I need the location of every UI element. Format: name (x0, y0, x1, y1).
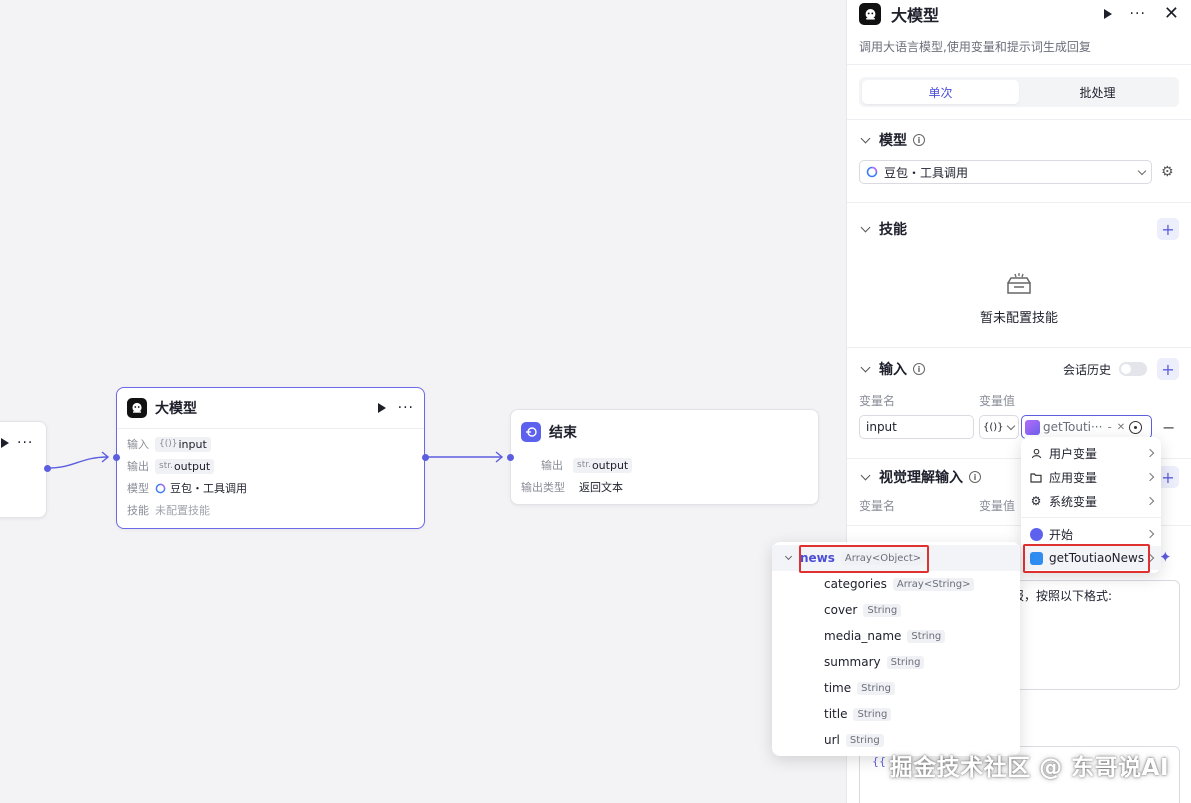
field-summary[interactable]: summary String (772, 649, 1020, 675)
collapse-icon[interactable] (860, 362, 871, 373)
collapse-icon[interactable] (860, 470, 871, 481)
previous-node[interactable]: ··· (0, 421, 47, 518)
chevron-down-icon (1137, 166, 1147, 175)
var-name-input[interactable]: input (859, 415, 974, 439)
field-time[interactable]: time String (772, 675, 1020, 701)
llm-skill-row: 技能 未配置技能 (127, 504, 210, 517)
doubao-icon (155, 483, 166, 493)
llm-node-title: 大模型 (155, 401, 197, 417)
clear-icon[interactable]: ✕ (1117, 422, 1125, 433)
end-node[interactable]: 结束 输出 str. output 输出类型 返回文本 (510, 409, 819, 505)
empty-box-icon (1007, 273, 1031, 294)
more-icon[interactable]: ··· (1130, 7, 1146, 21)
collapse-icon[interactable] (860, 222, 871, 233)
llm-logo-icon (859, 3, 881, 25)
add-skill-button[interactable]: + (1157, 218, 1179, 240)
history-label: 会话历史 (1062, 362, 1111, 377)
info-icon[interactable]: i (969, 471, 981, 483)
end-node-title: 结束 (549, 425, 577, 441)
end-node-icon (521, 422, 541, 442)
user-icon (1029, 446, 1043, 460)
chevron-down-icon (784, 552, 793, 561)
menu-user-vars[interactable]: 用户变量 (1021, 441, 1161, 465)
close-icon[interactable]: ✕ (1164, 5, 1179, 23)
llm-out-port[interactable] (422, 454, 429, 461)
target-icon[interactable] (1129, 420, 1143, 434)
info-icon[interactable]: i (913, 134, 925, 146)
start-icon (1029, 527, 1043, 541)
highlight-gettoutiaonews (1023, 544, 1150, 573)
gear-icon: ⚙ (1030, 494, 1042, 508)
tab-single[interactable]: 单次 (862, 80, 1019, 104)
field-cover[interactable]: cover String (772, 597, 1020, 623)
col-var-name: 变量名 (859, 393, 896, 408)
llm-in-port[interactable] (113, 454, 120, 461)
field-categories[interactable]: categories Array<String> (772, 571, 1020, 597)
plugin-icon (1025, 419, 1040, 435)
llm-output-row: 输出 str. output (117, 455, 424, 477)
skill-section: 技能 + 暂未配置技能 (847, 203, 1191, 347)
folder-icon (1029, 470, 1043, 484)
var-value-ref[interactable]: getTouti··· - ✕ (1021, 415, 1152, 439)
llm-input-row: 输入 {()} input (117, 433, 424, 455)
remove-input-icon[interactable]: − (1162, 418, 1175, 437)
end-type-row: 输出类型 返回文本 (521, 481, 623, 494)
end-in-port[interactable] (507, 454, 514, 461)
watermark: 掘金技术社区 @ 东哥说AI (889, 755, 1169, 781)
run-icon[interactable] (1, 438, 9, 448)
menu-node-start[interactable]: 开始 (1021, 522, 1161, 546)
col-var-value: 变量值 (979, 498, 1016, 513)
model-select[interactable]: 豆包・工具调用 (859, 160, 1152, 184)
panel-title: 大模型 (891, 6, 940, 25)
edge-left-to-llm (47, 456, 109, 469)
collapse-icon[interactable] (860, 133, 871, 144)
info-icon[interactable]: i (913, 363, 925, 375)
run-icon[interactable] (1103, 9, 1112, 19)
run-mode-tabs: 单次 批处理 (859, 77, 1179, 107)
llm-node[interactable]: 大模型 ··· 输入 {()} input 输出 str. output 模型 豆包… (116, 387, 425, 529)
empty-skill-label: 暂未配置技能 (979, 311, 1058, 326)
model-settings-gear-icon[interactable]: ⚙ (1161, 164, 1174, 180)
history-toggle[interactable] (1119, 362, 1147, 376)
field-select-menu: news Array<Object> categories Array<Strin… (772, 542, 1020, 756)
add-input-button[interactable]: + (1157, 358, 1179, 380)
end-output-row: 输出 str. output (511, 454, 818, 476)
col-var-name: 变量名 (859, 498, 896, 513)
menu-app-vars[interactable]: 应用变量 (1021, 465, 1161, 489)
field-media-name[interactable]: media_name String (772, 623, 1020, 649)
run-icon[interactable] (377, 403, 386, 413)
llm-logo-icon (127, 398, 147, 418)
tab-batch[interactable]: 批处理 (1019, 80, 1176, 104)
var-type-select[interactable]: {()} (979, 415, 1019, 439)
more-icon[interactable]: ··· (17, 436, 33, 450)
model-section: 模型 i 豆包・工具调用 ⚙ (847, 120, 1191, 202)
more-icon[interactable]: ··· (398, 401, 414, 415)
doubao-icon (866, 166, 878, 178)
highlight-news (799, 545, 929, 573)
panel-description: 调用大语言模型,使用变量和提示词生成回复 (859, 40, 1091, 54)
workflow-canvas[interactable]: ··· 大模型 ··· 输入 {()}input 输出 str.output (0, 0, 846, 803)
llm-model-row: 模型 豆包・工具调用 (127, 482, 247, 495)
menu-system-vars[interactable]: ⚙ 系统变量 (1021, 489, 1161, 513)
field-title[interactable]: title String (772, 701, 1020, 727)
col-var-value: 变量值 (979, 393, 1016, 408)
previous-node-out-port[interactable] (44, 465, 51, 472)
